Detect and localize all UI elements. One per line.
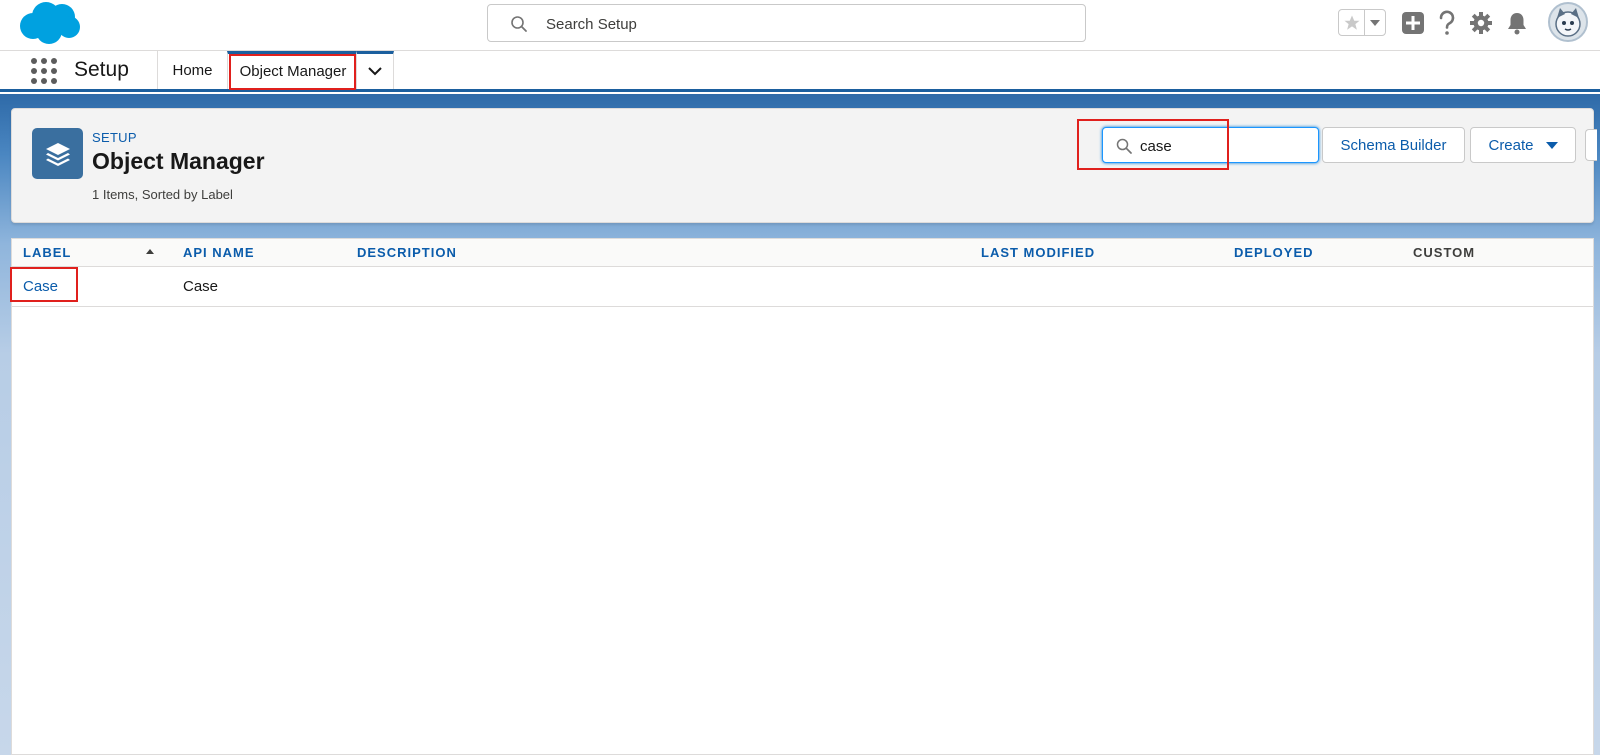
table-row: Case Case bbox=[12, 267, 1593, 307]
column-header-custom: CUSTOM bbox=[1413, 245, 1476, 260]
tab-menu-button[interactable] bbox=[356, 51, 394, 89]
search-icon bbox=[1116, 138, 1132, 154]
context-nav-bar: Setup Home Object Manager bbox=[0, 51, 1600, 92]
favorites-star-button[interactable] bbox=[1339, 10, 1366, 35]
breadcrumb-setup[interactable]: SETUP bbox=[92, 130, 137, 145]
search-icon bbox=[511, 16, 527, 32]
page-title: Object Manager bbox=[92, 148, 265, 174]
create-button-label: Create bbox=[1488, 136, 1534, 154]
panel-edge-handle[interactable] bbox=[1585, 129, 1597, 161]
row-api-name: Case bbox=[183, 278, 219, 295]
object-manager-header: SETUP Object Manager 1 Items, Sorted by … bbox=[11, 108, 1597, 223]
star-icon bbox=[1344, 15, 1360, 30]
astro-avatar-icon bbox=[1555, 8, 1581, 37]
global-search-input[interactable] bbox=[546, 13, 1046, 35]
object-table: LABEL API NAME DESCRIPTION LAST MODIFIED… bbox=[10, 238, 1594, 755]
tab-home[interactable]: Home bbox=[157, 51, 227, 89]
items-summary: 1 Items, Sorted by Label bbox=[92, 187, 233, 202]
global-search-box[interactable] bbox=[487, 4, 1086, 42]
user-avatar[interactable] bbox=[1548, 2, 1588, 42]
table-header-row: LABEL API NAME DESCRIPTION LAST MODIFIED… bbox=[12, 239, 1593, 267]
object-manager-icon bbox=[32, 128, 83, 179]
caret-down-icon bbox=[1545, 141, 1558, 149]
global-header bbox=[0, 0, 1600, 51]
notifications-button[interactable] bbox=[1504, 10, 1530, 36]
help-button[interactable] bbox=[1434, 10, 1460, 36]
quick-find-box[interactable] bbox=[1102, 127, 1319, 163]
column-header-api-name[interactable]: API NAME bbox=[183, 245, 255, 260]
salesforce-cloud-logo[interactable] bbox=[16, 0, 82, 46]
column-header-last-modified[interactable]: LAST MODIFIED bbox=[981, 245, 1095, 260]
setup-gear-button[interactable] bbox=[1468, 10, 1494, 36]
column-header-label[interactable]: LABEL bbox=[23, 245, 71, 260]
favorites-menu-button[interactable] bbox=[1365, 10, 1385, 35]
layers-icon bbox=[45, 142, 70, 166]
favorites-group bbox=[1338, 9, 1386, 36]
sort-ascending-icon[interactable] bbox=[146, 249, 154, 254]
bell-icon bbox=[1508, 13, 1526, 35]
tab-object-manager[interactable]: Object Manager bbox=[227, 51, 358, 89]
app-name: Setup bbox=[74, 58, 129, 81]
add-icon bbox=[1402, 12, 1424, 34]
global-actions-button[interactable] bbox=[1400, 10, 1426, 36]
column-header-deployed[interactable]: DEPLOYED bbox=[1234, 245, 1314, 260]
column-header-description[interactable]: DESCRIPTION bbox=[357, 245, 457, 260]
gear-icon bbox=[1470, 12, 1492, 34]
quick-find-input[interactable] bbox=[1140, 136, 1310, 156]
help-icon bbox=[1439, 10, 1455, 35]
schema-builder-button[interactable]: Schema Builder bbox=[1322, 127, 1465, 163]
app-launcher-icon[interactable] bbox=[30, 57, 58, 85]
create-button[interactable]: Create bbox=[1470, 127, 1576, 163]
chevron-down-icon bbox=[1370, 19, 1381, 26]
chevron-down-icon bbox=[368, 67, 382, 76]
row-label-link[interactable]: Case bbox=[23, 278, 58, 295]
